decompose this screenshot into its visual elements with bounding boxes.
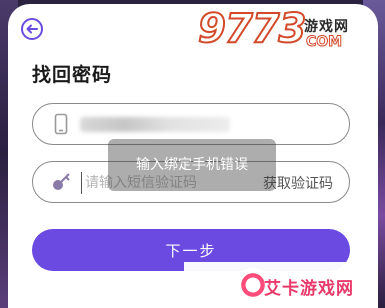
watermark-9773: 9773 游戏网 COM	[197, 2, 368, 56]
watermark-aika: 艾卡游戏网	[184, 262, 362, 308]
watermark-aika-text: 艾卡游戏网	[264, 279, 354, 299]
key-icon	[53, 173, 70, 190]
error-toast: 输入绑定手机错误	[108, 139, 276, 191]
phone-icon	[54, 113, 68, 135]
watermark-cn: 游戏网	[304, 19, 349, 35]
arrow-left-icon	[26, 24, 38, 34]
phone-number-value-blurred	[80, 117, 230, 132]
watermark-digits: 9773	[197, 5, 307, 53]
back-button[interactable]	[21, 18, 43, 40]
page-title: 找回密码	[32, 64, 113, 86]
watermark-com: COM	[305, 34, 343, 51]
